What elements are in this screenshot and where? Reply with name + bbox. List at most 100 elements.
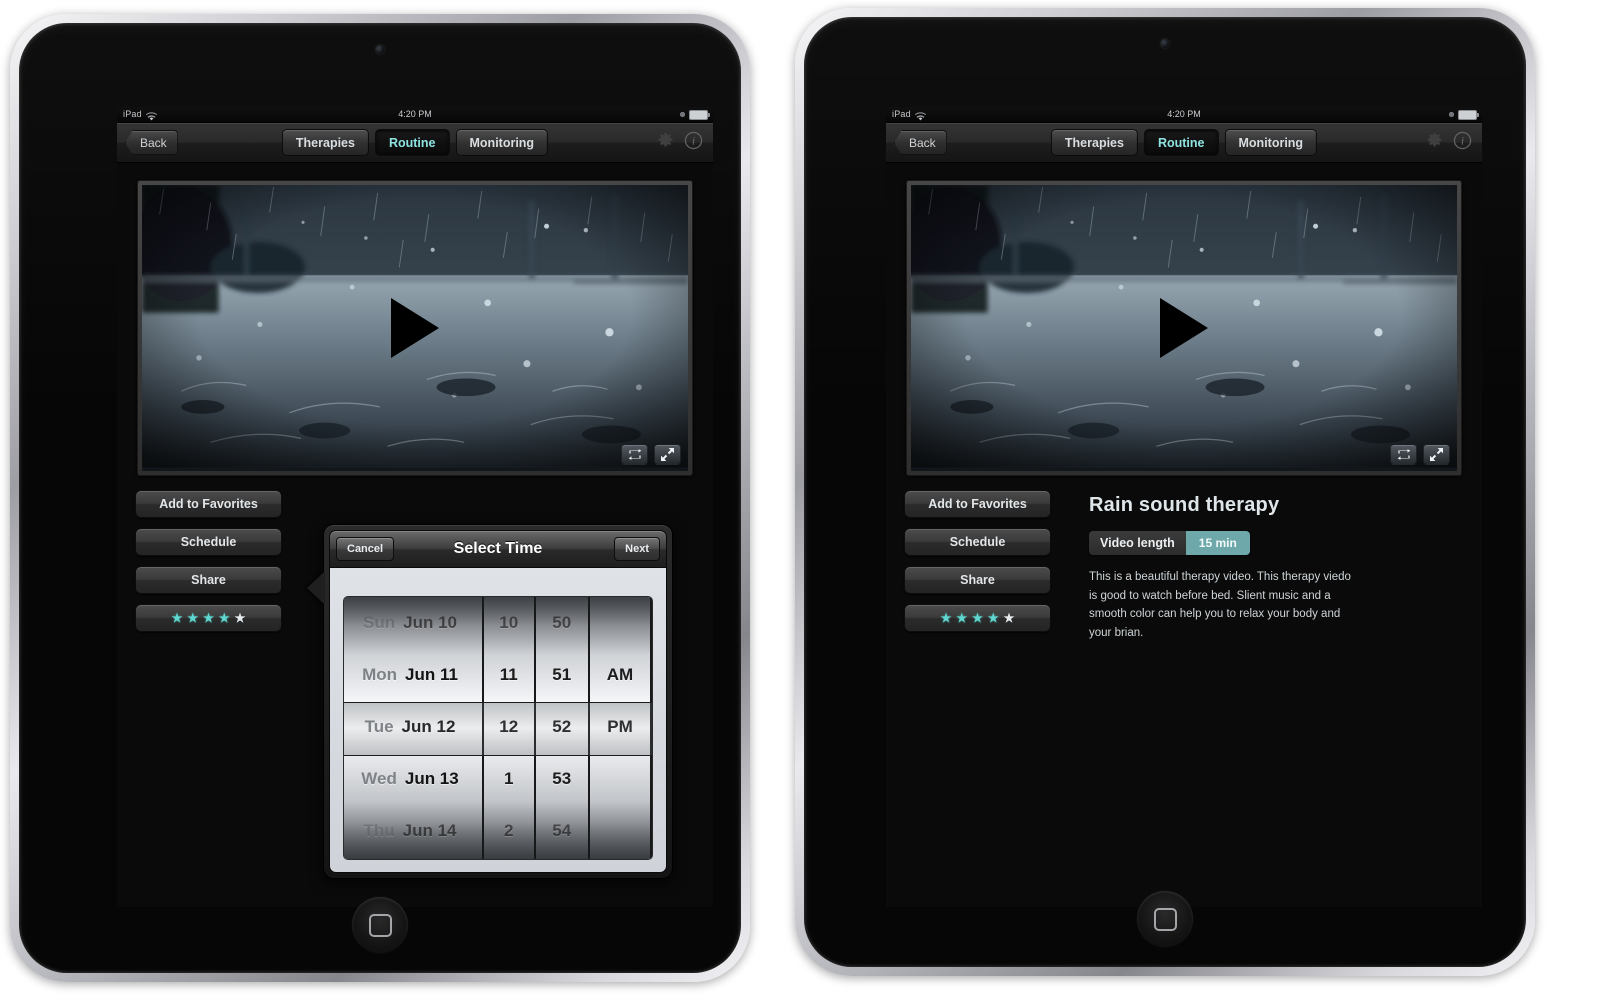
back-button[interactable]: Back [125, 130, 178, 155]
star-icon[interactable]: ★ [1004, 612, 1015, 624]
add-to-favorites-button[interactable]: Add to Favorites [904, 490, 1051, 518]
picker-option: 50 [552, 613, 572, 632]
popover-title: Select Time [453, 540, 543, 557]
star-icon[interactable]: ★ [941, 612, 952, 624]
day-wheel[interactable]: Sun Jun 10 Mon Jun 11 Tue Jun 12 Wed Jun 13 … [344, 597, 484, 859]
tablet-device-left: iPad 4:20 PM Back Therapies Routine Moni… [10, 14, 750, 982]
star-icon[interactable]: ★ [988, 612, 999, 624]
tablet-bezel-left: iPad 4:20 PM Back Therapies Routine Moni… [19, 23, 741, 973]
minute-wheel[interactable]: 50 51 52 53 54 [535, 597, 590, 859]
home-square-icon [1153, 907, 1177, 931]
expand-icon[interactable] [654, 444, 681, 465]
segmented-control: Therapies Routine Monitoring [1050, 129, 1318, 156]
action-button-column: Add to Favorites Schedule Share ★ ★ ★ ★ … [904, 490, 1051, 643]
play-icon[interactable] [1160, 298, 1208, 358]
status-clock: 4:20 PM [1167, 109, 1201, 119]
tab-monitoring[interactable]: Monitoring [455, 129, 549, 156]
video-controls [621, 444, 681, 465]
picker-option: 1 [504, 769, 514, 788]
add-to-favorites-button[interactable]: Add to Favorites [135, 490, 282, 518]
popover-header: Cancel Select Time Next [329, 530, 667, 568]
picker-option: 51 [552, 665, 572, 684]
battery-icon [689, 109, 710, 120]
next-button[interactable]: Next [614, 537, 660, 561]
video-thumbnail[interactable] [142, 185, 688, 471]
popover-arrow [307, 571, 325, 605]
meridiem-wheel[interactable]: AM PM [590, 597, 652, 859]
rating-stars[interactable]: ★ ★ ★ ★ ★ [904, 604, 1051, 632]
tablet-device-right: iPad 4:20 PM Back Therapies Routine Moni… [795, 8, 1535, 976]
status-bar-right [1449, 107, 1479, 122]
hour-wheel[interactable]: 10 11 12 1 2 [484, 597, 536, 859]
share-button[interactable]: Share [135, 566, 282, 594]
video-description: This is a beautiful therapy video. This … [1089, 571, 1351, 639]
tab-routine[interactable]: Routine [1143, 129, 1219, 156]
back-button[interactable]: Back [894, 130, 947, 155]
nav-bar-icons: i [657, 131, 703, 155]
home-button[interactable] [1137, 891, 1193, 947]
content-area: Add to Favorites Schedule Share ★ ★ ★ ★ … [886, 490, 1482, 643]
gear-icon[interactable] [657, 132, 674, 154]
star-icon[interactable]: ★ [203, 612, 214, 624]
nav-bar: Back Therapies Routine Monitoring i [117, 123, 713, 163]
picker-option: Thu Jun 14 [363, 821, 457, 840]
front-camera-icon [1160, 39, 1170, 48]
tab-monitoring[interactable]: Monitoring [1224, 129, 1318, 156]
star-icon[interactable]: ★ [235, 612, 246, 624]
tab-therapies[interactable]: Therapies [1050, 129, 1138, 156]
status-clock: 4:20 PM [398, 109, 432, 119]
bluetooth-dot-icon [680, 112, 685, 117]
schedule-button[interactable]: Schedule [904, 528, 1051, 556]
status-bar-right [680, 107, 710, 122]
rating-stars[interactable]: ★ ★ ★ ★ ★ [135, 604, 282, 632]
battery-icon [1458, 109, 1479, 120]
popover-body: Sun Jun 10 Mon Jun 11 Tue Jun 12 Wed Jun 13 … [329, 568, 667, 873]
status-bar: iPad 4:20 PM [886, 107, 1482, 123]
picker-option: 53 [552, 769, 572, 788]
datetime-picker[interactable]: Sun Jun 10 Mon Jun 11 Tue Jun 12 Wed Jun 13 … [343, 596, 653, 860]
star-icon[interactable]: ★ [172, 612, 183, 624]
picker-option: 10 [499, 613, 519, 632]
repeat-icon[interactable] [621, 444, 648, 465]
schedule-button[interactable]: Schedule [135, 528, 282, 556]
picker-option: Mon Jun 11 [362, 665, 458, 684]
star-icon[interactable]: ★ [219, 612, 230, 624]
video-details-panel: Rain sound therapy Video length 15 min T… [1051, 490, 1470, 643]
info-icon[interactable]: i [1453, 131, 1472, 155]
tab-therapies[interactable]: Therapies [281, 129, 369, 156]
picker-option-selected: 12 [499, 717, 519, 736]
info-icon[interactable]: i [684, 131, 703, 155]
gear-icon[interactable] [1426, 132, 1443, 154]
action-button-column: Add to Favorites Schedule Share ★ ★ ★ ★ … [135, 490, 282, 632]
home-square-icon [368, 913, 392, 937]
video-length-label: Video length [1089, 531, 1186, 555]
video-title: Rain sound therapy [1089, 494, 1280, 516]
picker-option: Sun Jun 10 [363, 613, 457, 632]
video-length-value: 15 min [1185, 531, 1250, 555]
star-icon[interactable]: ★ [972, 612, 983, 624]
star-icon[interactable]: ★ [956, 612, 967, 624]
video-thumbnail[interactable] [911, 185, 1457, 471]
nav-bar: Back Therapies Routine Monitoring i [886, 123, 1482, 163]
repeat-icon[interactable] [1390, 444, 1417, 465]
cancel-button[interactable]: Cancel [336, 537, 395, 561]
video-controls [1390, 444, 1450, 465]
home-button[interactable] [352, 897, 408, 953]
star-icon[interactable]: ★ [187, 612, 198, 624]
picker-option: 54 [552, 821, 572, 840]
tab-routine[interactable]: Routine [374, 129, 450, 156]
expand-icon[interactable] [1423, 444, 1450, 465]
picker-option: AM [606, 665, 634, 684]
status-bar: iPad 4:20 PM [117, 107, 713, 123]
share-button[interactable]: Share [904, 566, 1051, 594]
play-icon[interactable] [391, 298, 439, 358]
picker-option: 2 [504, 821, 514, 840]
screenshot-stage: iPad 4:20 PM Back Therapies Routine Moni… [0, 0, 1604, 1004]
picker-option-selected: PM [607, 717, 633, 736]
video-player-frame [137, 180, 693, 476]
picker-option: 11 [499, 665, 518, 684]
select-time-popover: Cancel Select Time Next Sun Jun 10 Mon Jun… [307, 524, 673, 879]
video-player-frame [906, 180, 1462, 476]
bluetooth-dot-icon [1449, 112, 1454, 117]
svg-text:i: i [692, 135, 695, 147]
